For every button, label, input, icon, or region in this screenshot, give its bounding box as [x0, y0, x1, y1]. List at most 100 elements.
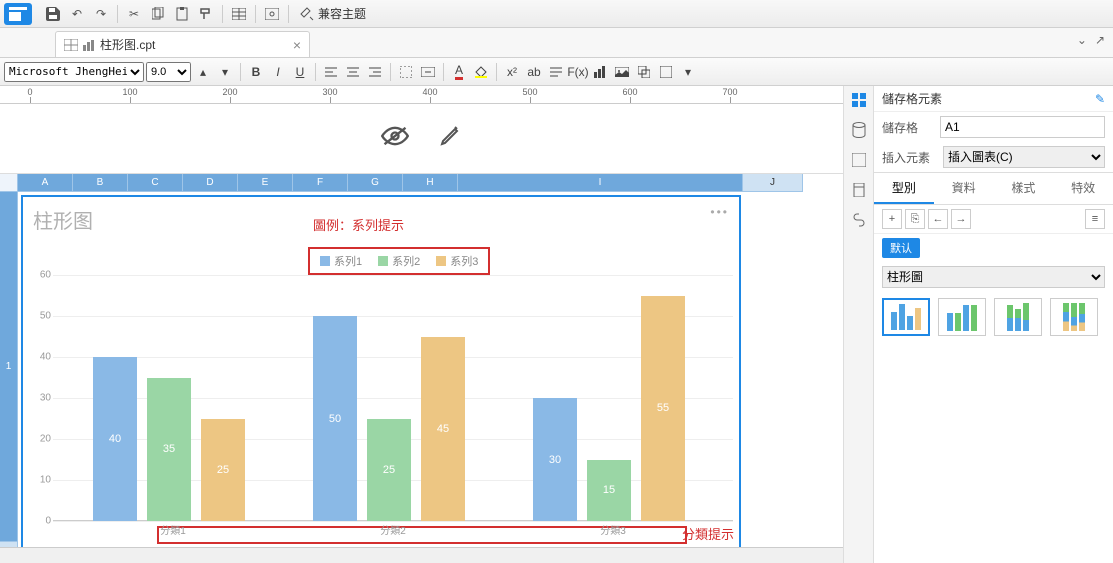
- save-icon[interactable]: [42, 3, 64, 25]
- condition-panel-icon[interactable]: [849, 180, 869, 200]
- chart-mini-toolbar: + ⎘ ← → ≡: [874, 205, 1113, 234]
- column-header-J[interactable]: J: [743, 174, 803, 192]
- add-chart-icon[interactable]: +: [882, 209, 902, 229]
- insert-group-icon[interactable]: [634, 62, 654, 82]
- undo-icon[interactable]: ↶: [66, 3, 88, 25]
- visibility-off-icon[interactable]: [381, 123, 409, 154]
- insert-field-label: 插入元素: [882, 149, 937, 166]
- font-color-icon[interactable]: A: [449, 62, 469, 82]
- link-panel-icon[interactable]: [849, 210, 869, 230]
- legend-annotation: 圖例：系列提示: [313, 215, 404, 234]
- row-header-2[interactable]: 2: [0, 542, 18, 547]
- font-size-up-icon[interactable]: ▴: [193, 62, 213, 82]
- tab-filename: 柱形图.cpt: [100, 36, 155, 53]
- edit-pencil-icon[interactable]: [439, 123, 463, 154]
- row-headers: 1 2: [0, 192, 18, 547]
- wrap-text-icon[interactable]: [546, 62, 566, 82]
- font-size-down-icon[interactable]: ▾: [215, 62, 235, 82]
- document-tab[interactable]: 柱形图.cpt ×: [55, 31, 310, 57]
- column-header-D[interactable]: D: [183, 174, 238, 192]
- font-family-select[interactable]: Microsoft JhengHei: [4, 62, 144, 82]
- copy-chart-icon[interactable]: ⎘: [905, 209, 925, 229]
- database-panel-icon[interactable]: [849, 120, 869, 140]
- chart-tab-icon: [82, 39, 96, 51]
- format-toolbar: Microsoft JhengHei 9.0 ▴ ▾ B I U A x² ab…: [0, 58, 1113, 86]
- border-icon[interactable]: [396, 62, 416, 82]
- align-left-icon[interactable]: [321, 62, 341, 82]
- share-icon[interactable]: ↗: [1095, 33, 1105, 47]
- chart-subtype-clustered[interactable]: [882, 298, 930, 336]
- chart-subtype-thumbnails: [874, 292, 1113, 342]
- column-header-I[interactable]: I: [458, 174, 743, 192]
- side-toolbar: [843, 86, 873, 563]
- format-painter-icon[interactable]: [195, 3, 217, 25]
- chart-legend: 系列1系列2系列3: [308, 247, 490, 275]
- column-header-F[interactable]: F: [293, 174, 348, 192]
- insert-element-select[interactable]: 插入圖表(C): [943, 146, 1105, 168]
- chart-subtype-stacked[interactable]: [994, 298, 1042, 336]
- fill-color-icon[interactable]: [471, 62, 491, 82]
- panel-edit-icon[interactable]: ✎: [1095, 92, 1105, 106]
- cell-reference-input[interactable]: [940, 116, 1105, 138]
- paste-icon[interactable]: [171, 3, 193, 25]
- insert-shape-icon[interactable]: [656, 62, 676, 82]
- horizontal-ruler: 0100200300400500600700: [0, 86, 843, 104]
- column-header-G[interactable]: G: [348, 174, 403, 192]
- cut-icon[interactable]: ✂: [123, 3, 145, 25]
- align-right-icon[interactable]: [365, 62, 385, 82]
- layout-panel-icon[interactable]: [849, 150, 869, 170]
- subscript-icon[interactable]: ab: [524, 62, 544, 82]
- copy-icon[interactable]: [147, 3, 169, 25]
- tab-data[interactable]: 資料: [934, 173, 994, 204]
- formula-icon[interactable]: F(x): [568, 62, 588, 82]
- theme-button[interactable]: 兼容主题: [294, 3, 372, 25]
- close-tab-icon[interactable]: ×: [293, 37, 301, 53]
- insert-image-icon[interactable]: [612, 62, 632, 82]
- row-header-1[interactable]: 1: [0, 192, 18, 542]
- table-icon[interactable]: [228, 3, 250, 25]
- spreadsheet-grid[interactable]: ABCDEFGHIJ 1 2 柱形图 ••• 圖例：系列提示 系列1系列2系列3…: [0, 174, 843, 547]
- column-header-E[interactable]: E: [238, 174, 293, 192]
- chart-plot-area: 0102030405060 403525502545301555 分類1分類2分…: [53, 275, 733, 531]
- tab-style[interactable]: 樣式: [994, 173, 1054, 204]
- italic-button[interactable]: I: [268, 62, 288, 82]
- align-center-icon[interactable]: [343, 62, 363, 82]
- column-header-C[interactable]: C: [128, 174, 183, 192]
- underline-button[interactable]: U: [290, 62, 310, 82]
- column-header-A[interactable]: A: [18, 174, 73, 192]
- redo-icon[interactable]: ↷: [90, 3, 112, 25]
- dropdown-icon[interactable]: ▾: [678, 62, 698, 82]
- font-size-select[interactable]: 9.0: [146, 62, 191, 82]
- tab-effect[interactable]: 特效: [1053, 173, 1113, 204]
- cell-field-label: 儲存格: [882, 119, 934, 136]
- embedded-chart[interactable]: 柱形图 ••• 圖例：系列提示 系列1系列2系列3 分類提示 010203040…: [21, 195, 741, 547]
- property-panel: 儲存格元素 ✎ 儲存格 插入元素 插入圖表(C) 型別 資料 樣式 特效 + ⎘…: [873, 86, 1113, 563]
- superscript-icon[interactable]: x²: [502, 62, 522, 82]
- sheet-zone: 0100200300400500600700 ABCDEFGHIJ 1 2 柱形…: [0, 86, 843, 563]
- select-all-corner[interactable]: [0, 174, 18, 192]
- column-header-B[interactable]: B: [73, 174, 128, 192]
- panel-title: 儲存格元素: [882, 90, 942, 107]
- chart-subtype-percent[interactable]: [1050, 298, 1098, 336]
- default-tag[interactable]: 默认: [882, 238, 920, 258]
- document-tabs: 柱形图.cpt × ⌄ ↗: [0, 28, 1113, 58]
- merge-icon[interactable]: [418, 62, 438, 82]
- chart-title: 柱形图: [33, 205, 93, 234]
- property-tabs: 型別 資料 樣式 特效: [874, 172, 1113, 205]
- grid-panel-icon[interactable]: [849, 90, 869, 110]
- horizontal-scrollbar[interactable]: [0, 547, 843, 563]
- move-right-icon[interactable]: →: [951, 209, 971, 229]
- chart-menu-icon[interactable]: •••: [710, 205, 729, 219]
- move-left-icon[interactable]: ←: [928, 209, 948, 229]
- minimize-icon[interactable]: ⌄: [1077, 33, 1087, 47]
- tab-type[interactable]: 型別: [874, 173, 934, 204]
- settings-icon[interactable]: ≡: [1085, 209, 1105, 229]
- chart-type-select[interactable]: 柱形圖: [882, 266, 1105, 288]
- app-logo-icon: [4, 3, 32, 25]
- preview-icon[interactable]: [261, 3, 283, 25]
- bold-button[interactable]: B: [246, 62, 266, 82]
- column-header-H[interactable]: H: [403, 174, 458, 192]
- chart-subtype-grouped[interactable]: [938, 298, 986, 336]
- cell-area[interactable]: 柱形图 ••• 圖例：系列提示 系列1系列2系列3 分類提示 010203040…: [18, 192, 843, 547]
- insert-chart-icon[interactable]: [590, 62, 610, 82]
